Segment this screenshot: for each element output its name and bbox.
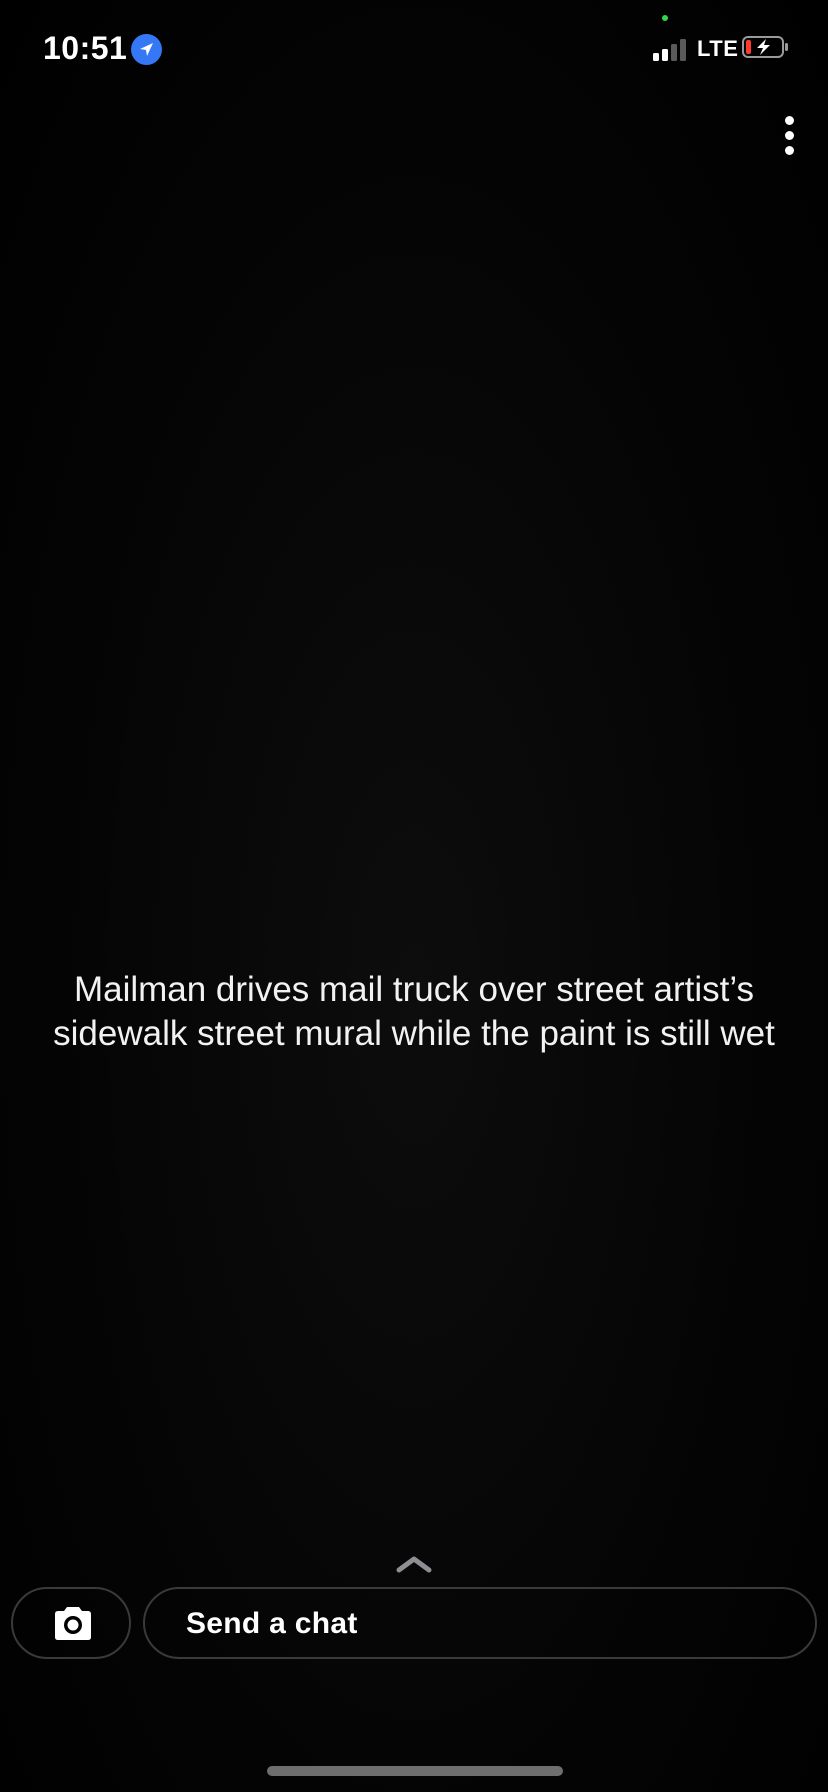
privacy-indicator-dot xyxy=(662,15,668,21)
battery-charging-icon xyxy=(742,36,788,58)
location-arrow-icon xyxy=(131,34,162,65)
status-bar: 10:51 LTE xyxy=(0,0,828,100)
cellular-signal-icon xyxy=(653,39,689,61)
status-time: 10:51 xyxy=(43,30,128,66)
more-options-button[interactable] xyxy=(772,113,808,157)
camera-icon xyxy=(55,1607,91,1640)
network-type-label: LTE xyxy=(697,36,739,61)
send-chat-input[interactable]: Send a chat xyxy=(143,1587,817,1659)
story-background xyxy=(0,0,828,1792)
chat-placeholder: Send a chat xyxy=(186,1607,358,1640)
home-indicator[interactable] xyxy=(267,1766,563,1776)
camera-button[interactable] xyxy=(11,1587,131,1659)
story-caption: Mailman drives mail truck over street ar… xyxy=(53,970,775,1053)
chevron-up-icon[interactable] xyxy=(394,1553,434,1575)
